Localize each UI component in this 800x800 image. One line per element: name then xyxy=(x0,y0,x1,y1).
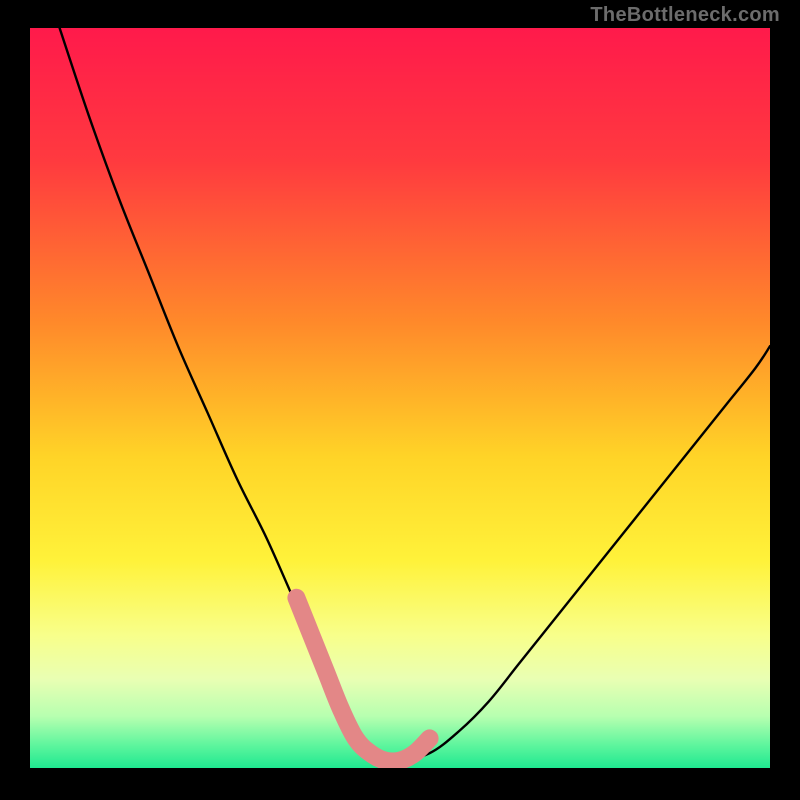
bottleneck-curve xyxy=(60,28,770,762)
valley-highlight xyxy=(296,598,429,762)
plot-area xyxy=(30,28,770,768)
watermark-text: TheBottleneck.com xyxy=(590,4,780,27)
curve-overlay xyxy=(30,28,770,768)
chart-frame: TheBottleneck.com xyxy=(0,0,800,800)
